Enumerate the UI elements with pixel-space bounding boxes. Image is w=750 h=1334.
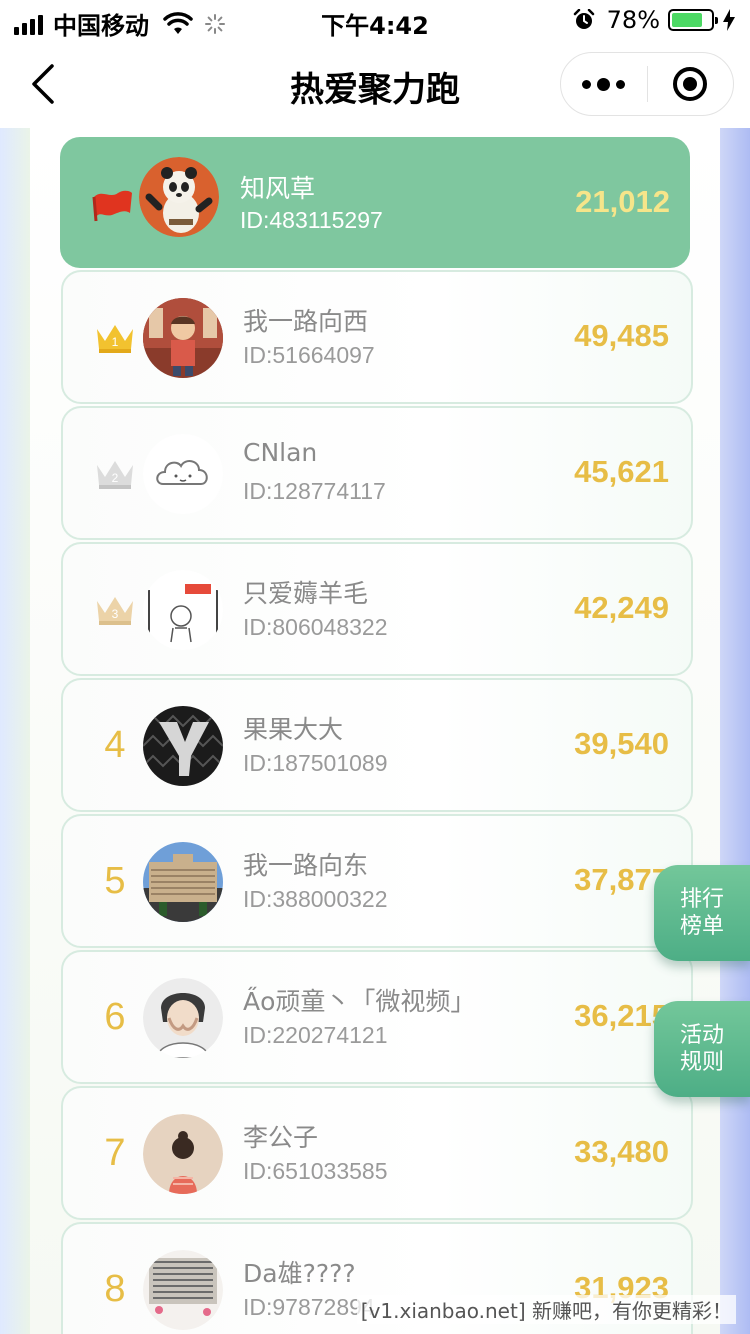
avatar (143, 298, 223, 378)
user-name: 我一路向东 (243, 851, 369, 880)
rank-row-3[interactable]: 3 只爱薅羊毛 ID:806048322 42,249 (61, 542, 693, 676)
watermark: [v1.xianbao.net] 新赚吧，有你更精彩！ (356, 1295, 736, 1324)
rank-number: 3 (112, 607, 119, 621)
user-name: 我一路向西 (243, 307, 369, 336)
user-name: 李公子 (243, 1123, 319, 1152)
avatar (143, 978, 223, 1058)
rank-number: 2 (112, 471, 119, 485)
battery-level (672, 13, 702, 27)
avatar (143, 842, 223, 922)
rank-cell: 6 (85, 952, 145, 1082)
user-id: ID:388000322 (243, 886, 388, 912)
rank-cell: 2 (85, 408, 145, 538)
bronze-crown-icon: 3 (97, 597, 133, 625)
rank-number: 4 (104, 723, 126, 766)
user-name: Da雄???? (243, 1259, 356, 1288)
rank-number: 8 (104, 1267, 126, 1310)
user-id: ID:806048322 (243, 614, 388, 640)
rules-label-1: 活动 (679, 1023, 724, 1048)
rank-cell: 3 (85, 544, 145, 674)
user-name: 知风草 (240, 174, 316, 203)
my-rank-row[interactable]: 知风草 ID:483115297 21,012 (60, 137, 690, 268)
rank-row-6[interactable]: 6 A̋o顽童丶「微视频」 ID:220274121 36,215 (61, 950, 693, 1084)
rank-row-1[interactable]: 1 我一路向西 ID:51664097 49,485 (61, 270, 693, 404)
status-right: 78% (573, 6, 736, 34)
user-name: 只爱薅羊毛 (243, 579, 369, 608)
user-id: ID:483115297 (240, 207, 383, 233)
avatar (139, 157, 219, 237)
leaderboard-content[interactable]: 知风草 ID:483115297 21,012 1 我一路向西 ID:51664… (0, 128, 750, 1334)
avatar (143, 706, 223, 786)
step-score: 42,249 (574, 590, 669, 625)
leaderboard-button[interactable]: 排行 榜单 (654, 865, 750, 961)
activity-rules-button[interactable]: 活动 规则 (654, 1001, 750, 1097)
leaderboard-label-1: 排行 (679, 887, 724, 912)
user-name: A̋o顽童丶「微视频」 (243, 987, 476, 1016)
rank-number: 6 (104, 995, 126, 1038)
rank-number: 1 (112, 335, 119, 349)
leaderboard-label-2: 榜单 (679, 914, 724, 939)
avatar (143, 434, 223, 514)
user-name: 果果大大 (243, 715, 344, 744)
avatar (143, 1114, 223, 1194)
rank-row-7[interactable]: 7 李公子 ID:651033585 33,480 (61, 1086, 693, 1220)
step-score: 45,621 (574, 454, 669, 489)
rank-row-4[interactable]: 4 果果大大 ID:187501089 39,540 (61, 678, 693, 812)
miniprogram-capsule (560, 52, 734, 116)
step-score: 49,485 (574, 318, 669, 353)
user-id: ID:128774117 (243, 478, 386, 504)
user-id: ID:97872894 (243, 1294, 375, 1320)
rank-row-5[interactable]: 5 我一路向东 ID:388000322 37,877 (61, 814, 693, 948)
avatar (143, 1250, 223, 1330)
step-score: 39,540 (574, 726, 669, 761)
rank-cell: 7 (85, 1088, 145, 1218)
rank-number: 7 (104, 1131, 126, 1174)
nav-bar: 热爱聚力跑 (0, 40, 750, 128)
step-score: 21,012 (575, 184, 670, 219)
rank-cell (82, 137, 142, 268)
user-id: ID:51664097 (243, 342, 375, 368)
status-bar: 中国移动 下午4:42 78% (0, 0, 750, 40)
red-flag-icon (92, 190, 132, 221)
rank-number: 5 (104, 859, 126, 902)
rank-cell: 4 (85, 680, 145, 810)
rules-label-2: 规则 (679, 1050, 724, 1075)
avatar (143, 570, 223, 650)
battery-percent: 78% (606, 6, 660, 34)
user-name: CNlan (243, 438, 318, 467)
battery-icon (668, 9, 718, 31)
user-id: ID:187501089 (243, 750, 388, 776)
more-button[interactable] (561, 52, 647, 116)
target-close-icon (673, 67, 708, 101)
gold-crown-icon: 1 (97, 325, 133, 353)
rank-cell: 8 (85, 1224, 145, 1334)
silver-crown-icon: 2 (97, 461, 133, 489)
step-score: 33,480 (574, 1134, 669, 1169)
rank-cell: 1 (85, 272, 145, 402)
charging-icon (723, 9, 735, 31)
user-id: ID:651033585 (243, 1158, 388, 1184)
close-button[interactable] (648, 52, 734, 116)
alarm-icon (573, 9, 594, 29)
rank-cell: 5 (85, 816, 145, 946)
rank-row-2[interactable]: 2 CNlan ID:128774117 45,621 (61, 406, 693, 540)
user-id: ID:220274121 (243, 1022, 388, 1048)
